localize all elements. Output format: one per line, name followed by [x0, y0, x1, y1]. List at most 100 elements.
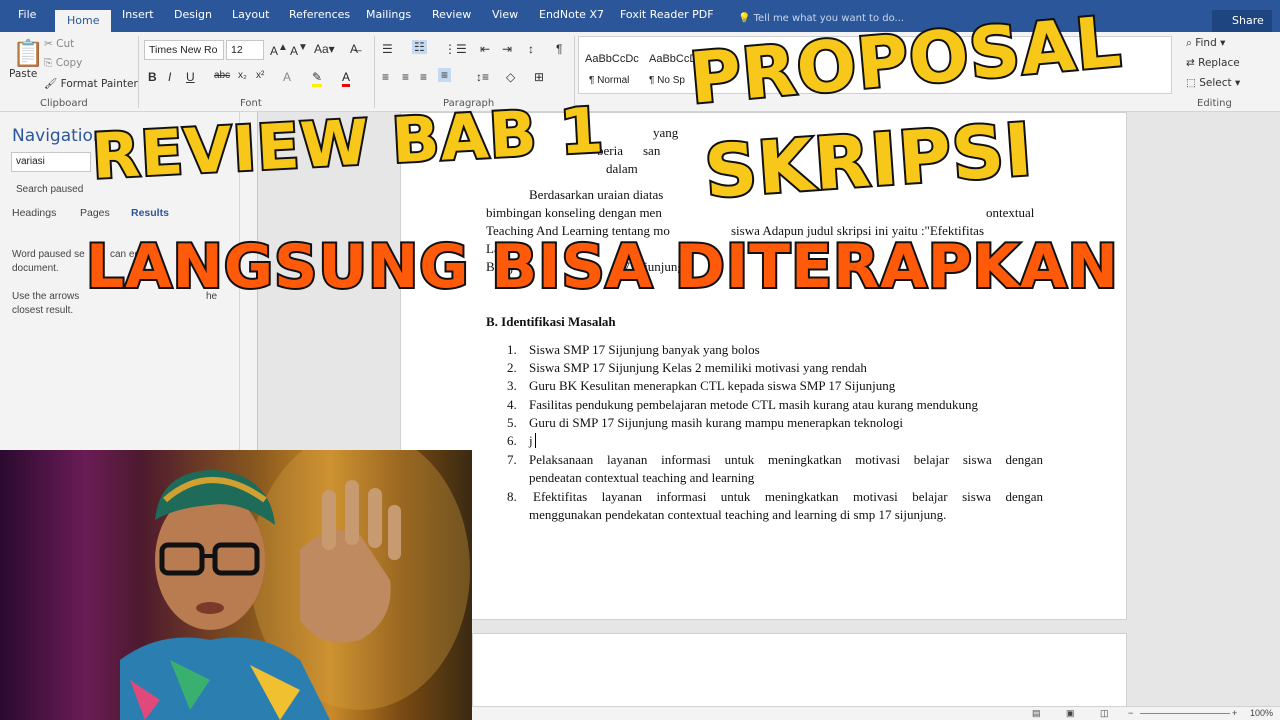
- print-layout-icon[interactable]: ▣: [1066, 708, 1075, 719]
- tab-endnote[interactable]: EndNote X7: [539, 8, 604, 21]
- list-item: Efektifitas layanan informasi untuk meni…: [533, 489, 1043, 504]
- find-button[interactable]: ⌕ Find ▾: [1186, 37, 1225, 50]
- style-no-spacing[interactable]: ¶ No Sp: [649, 75, 685, 86]
- shading-icon[interactable]: ◇: [506, 70, 515, 84]
- share-button[interactable]: Share: [1212, 10, 1272, 32]
- tab-layout[interactable]: Layout: [232, 8, 269, 21]
- tab-review[interactable]: Review: [432, 8, 471, 21]
- list-item-continued: pendeatan contextual teaching and learni…: [529, 470, 755, 485]
- superscript-icon[interactable]: x²: [256, 70, 264, 81]
- bold-icon[interactable]: B: [148, 70, 157, 84]
- clear-formatting-icon[interactable]: A̶: [350, 42, 358, 56]
- copy-label: Copy: [55, 57, 83, 69]
- justify-icon[interactable]: ≡: [438, 68, 452, 82]
- search-status: Search paused: [16, 184, 84, 195]
- underline-icon[interactable]: U: [186, 70, 195, 84]
- copy-button[interactable]: ⎘ Copy: [44, 57, 82, 70]
- zoom-level[interactable]: 100%: [1250, 708, 1273, 718]
- borders-icon[interactable]: ⊞: [534, 70, 544, 84]
- replace-button[interactable]: ⇄ Replace: [1186, 57, 1240, 69]
- nav-message-1: Word paused se: [12, 249, 85, 260]
- nav-tab-headings[interactable]: Headings: [12, 207, 56, 219]
- select-button[interactable]: ⬚ Select ▾: [1186, 77, 1240, 89]
- tab-mailings[interactable]: Mailings: [366, 8, 411, 21]
- increase-indent-icon[interactable]: ⇥: [502, 42, 512, 56]
- zoom-in-icon[interactable]: +: [1232, 708, 1237, 718]
- zoom-slider[interactable]: [1140, 713, 1230, 714]
- font-name-select[interactable]: Times New Ro: [144, 40, 224, 60]
- list-number: 2.: [507, 360, 517, 375]
- tab-file[interactable]: File: [18, 8, 36, 21]
- overlay-subtitle: LANGSUNG BISA DITERAPKAN: [84, 230, 1120, 304]
- doc-fragment: yang: [653, 125, 679, 140]
- document-page-next: [472, 633, 1127, 713]
- font-color-icon[interactable]: A: [342, 70, 351, 87]
- read-mode-icon[interactable]: ▤: [1032, 708, 1041, 719]
- doc-fragment: san: [643, 143, 661, 158]
- align-center-icon[interactable]: ≡: [402, 70, 409, 84]
- multilevel-list-icon[interactable]: ⋮☰: [444, 42, 467, 56]
- tab-view[interactable]: View: [492, 8, 518, 21]
- grow-font-icon[interactable]: A▲: [270, 42, 288, 58]
- clipboard-group-label: Clipboard: [40, 98, 88, 109]
- numbering-icon[interactable]: ☷: [412, 40, 427, 54]
- align-right-icon[interactable]: ≡: [420, 70, 427, 84]
- paste-icon[interactable]: 📋: [12, 38, 44, 69]
- text-effects-icon[interactable]: A: [283, 70, 291, 84]
- doc-paragraph-line: bimbingan konseling dengan men: [486, 205, 662, 220]
- list-item: Pelaksanaan layanan informasi untuk meni…: [529, 452, 1043, 467]
- tab-design[interactable]: Design: [174, 8, 212, 21]
- nav-tab-pages[interactable]: Pages: [80, 207, 110, 219]
- nav-msg1d: document.: [12, 263, 59, 274]
- style-normal[interactable]: ¶ Normal: [589, 75, 629, 86]
- sort-icon[interactable]: ↕: [528, 42, 534, 56]
- line-spacing-icon[interactable]: ↕≡: [476, 70, 489, 84]
- divider: [138, 36, 139, 108]
- list-item: Fasilitas pendukung pembelajaran metode …: [529, 397, 978, 412]
- doc-paragraph-line: ontextual: [986, 205, 1035, 220]
- list-number: 3.: [507, 378, 517, 393]
- decrease-indent-icon[interactable]: ⇤: [480, 42, 490, 56]
- tab-references[interactable]: References: [289, 8, 350, 21]
- webcam-video: [0, 450, 472, 720]
- strikethrough-icon[interactable]: abc: [214, 70, 230, 81]
- cut-label: Cut: [56, 38, 75, 50]
- doc-fragment: dalam: [606, 161, 638, 176]
- list-number: 6.: [507, 433, 517, 448]
- tab-foxit[interactable]: Foxit Reader PDF: [620, 8, 714, 21]
- list-item: j: [529, 433, 533, 448]
- tab-home[interactable]: Home: [55, 10, 112, 33]
- subscript-icon[interactable]: x₂: [238, 70, 247, 81]
- font-group-label: Font: [240, 98, 262, 109]
- list-item-continued: menggunakan pendekatan contextual teachi…: [529, 507, 947, 522]
- bullets-icon[interactable]: ☰: [382, 42, 393, 56]
- paste-button[interactable]: Paste: [9, 68, 37, 80]
- shrink-font-icon[interactable]: A▼: [290, 42, 308, 58]
- navigation-search-input[interactable]: variasi: [11, 152, 91, 172]
- nav-msg2: Use the arrows: [12, 291, 80, 302]
- tab-insert[interactable]: Insert: [122, 8, 154, 21]
- list-number: 4.: [507, 397, 517, 412]
- format-painter-button[interactable]: 🖌 Format Painter: [44, 77, 138, 90]
- highlight-icon[interactable]: ✎: [312, 70, 323, 87]
- section-heading: B. Identifikasi Masalah: [486, 314, 616, 329]
- list-number: 7.: [507, 452, 517, 467]
- italic-icon[interactable]: I: [168, 70, 171, 84]
- nav-msg2c: closest result.: [12, 305, 74, 316]
- list-item: Guru di SMP 17 Sijunjung masih kurang ma…: [529, 415, 903, 430]
- show-marks-icon[interactable]: ¶: [556, 42, 562, 56]
- find-label: Find: [1195, 37, 1217, 49]
- list-number: 5.: [507, 415, 517, 430]
- font-size-select[interactable]: 12: [226, 40, 264, 60]
- zoom-out-icon[interactable]: −: [1128, 708, 1133, 718]
- change-case-icon[interactable]: Aa▾: [314, 42, 335, 56]
- list-item: Siswa SMP 17 Sijunjung banyak yang bolos: [529, 342, 760, 357]
- nav-msg1a: Word paused se: [12, 249, 85, 260]
- format-painter-label: Format Painter: [60, 78, 138, 90]
- text-cursor: [535, 433, 536, 448]
- nav-tab-results[interactable]: Results: [131, 207, 169, 219]
- list-number: 8.: [507, 489, 517, 504]
- align-left-icon[interactable]: ≡: [382, 70, 389, 84]
- cut-button[interactable]: ✂ Cut: [44, 38, 74, 50]
- web-layout-icon[interactable]: ◫: [1100, 708, 1109, 719]
